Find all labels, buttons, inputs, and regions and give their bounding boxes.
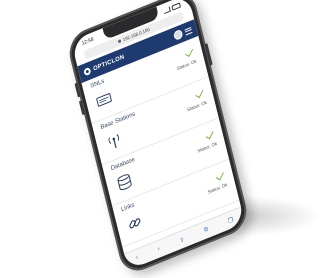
item-label: Links (120, 202, 136, 214)
item-label: SNLs (89, 78, 105, 90)
item-status: Status: Ok (196, 140, 218, 154)
ok-check-icon (215, 170, 224, 181)
ok-check-icon (185, 47, 194, 57)
phone-mockup: 12:58 192.168.0.100 OPTICLON SNLs Status… (65, 0, 251, 278)
back-icon[interactable]: ‹ (135, 255, 138, 262)
avatar[interactable] (172, 28, 184, 41)
bookmarks-icon[interactable]: ⧉ (203, 226, 209, 234)
menu-icon[interactable] (184, 26, 193, 35)
signal-icon (162, 6, 171, 14)
tabs-icon[interactable]: ❐ (227, 216, 233, 225)
forward-icon[interactable]: › (157, 246, 160, 253)
item-status: Status: Ok (186, 99, 208, 113)
phone-screen: 12:58 192.168.0.100 OPTICLON SNLs Status… (71, 0, 245, 271)
database-icon (115, 171, 134, 193)
lock-icon (117, 39, 122, 44)
brand-logo-icon (83, 66, 92, 77)
item-status: Status: Ok (176, 58, 198, 72)
status-time: 12:58 (81, 36, 95, 48)
antenna-icon (105, 130, 124, 152)
link-icon (125, 212, 144, 234)
item-status: Status: Ok (207, 181, 228, 195)
ok-check-icon (195, 88, 204, 99)
battery-icon (171, 1, 181, 11)
ok-check-icon (205, 129, 214, 140)
device-panel-icon (95, 89, 114, 111)
share-icon[interactable]: ⇪ (179, 236, 185, 244)
